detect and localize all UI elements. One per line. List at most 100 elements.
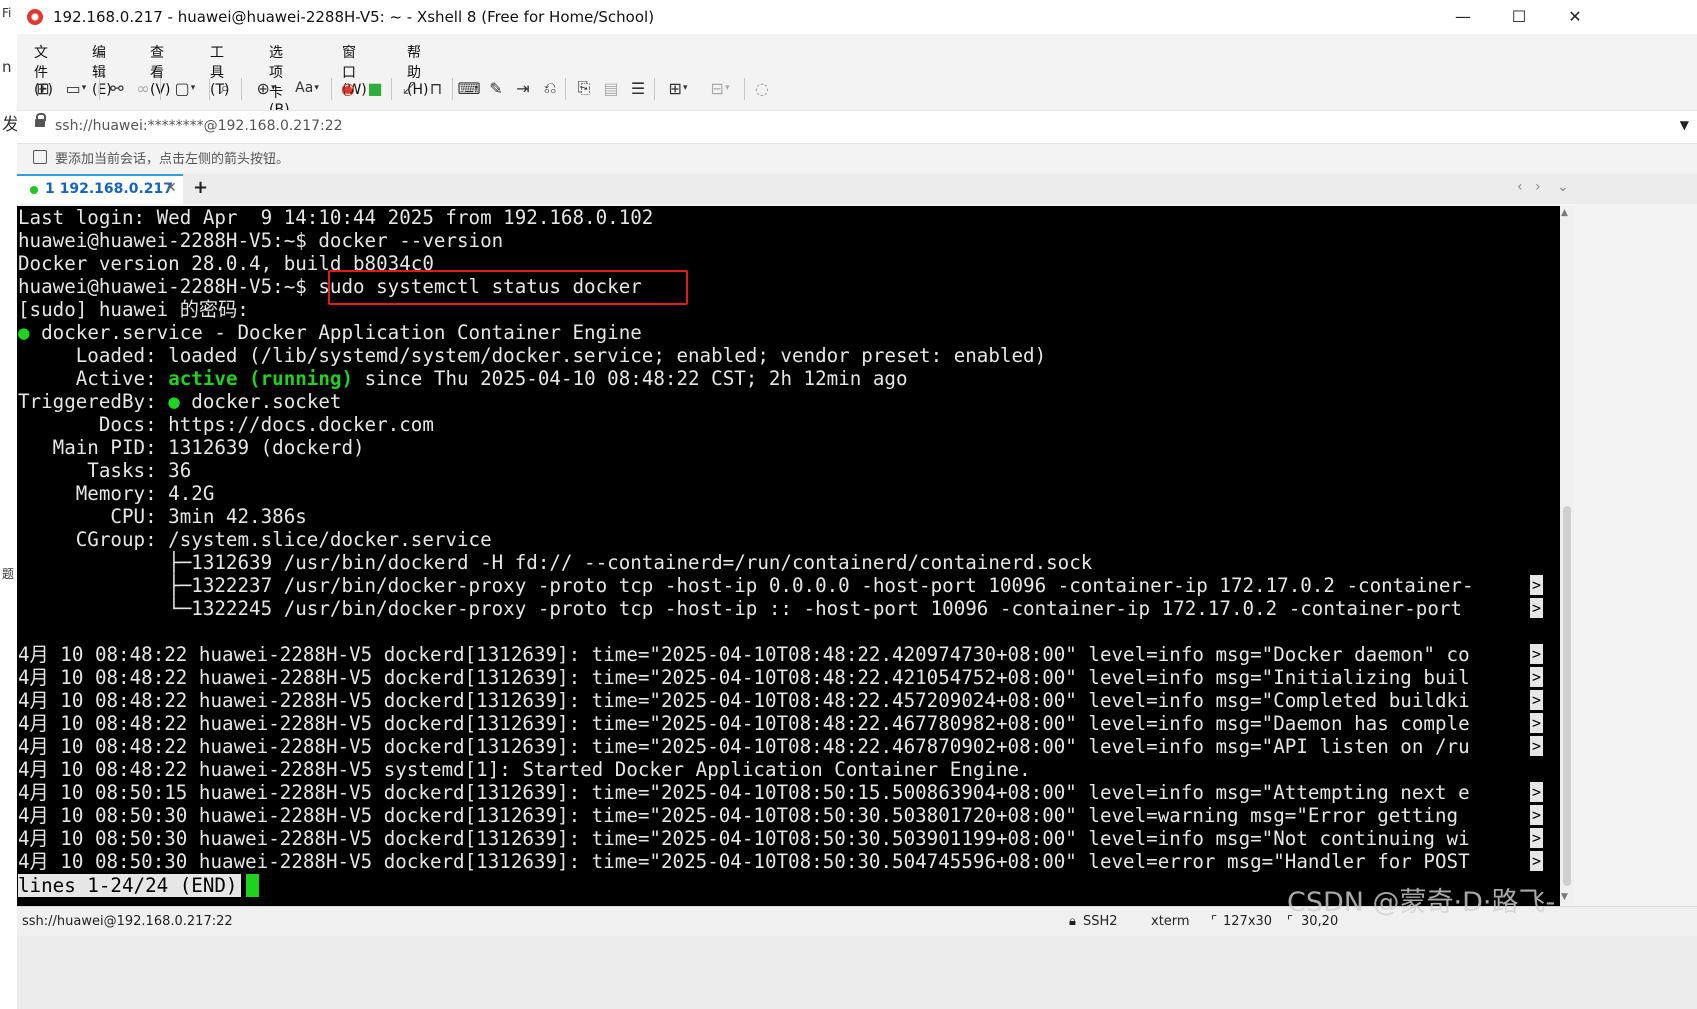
- tab-next-icon[interactable]: ›: [1535, 179, 1541, 195]
- background-window-strip: Fi n 发 题: [0, 0, 18, 1009]
- add-session-icon[interactable]: [33, 150, 47, 164]
- terminal-line: Loaded: loaded (/lib/systemd/system/dock…: [18, 344, 1047, 367]
- pager-status: lines 1-24/24 (END): [18, 874, 241, 897]
- new-tab-icon[interactable]: ⊞ ▾: [660, 76, 696, 100]
- disconnect-icon[interactable]: ⚯: [105, 76, 129, 100]
- open-folder-icon[interactable]: ▭ ▾: [59, 76, 93, 100]
- scroll-down-icon[interactable]: ▼: [1561, 892, 1568, 902]
- compose-bar-icon[interactable]: ▤: [599, 76, 623, 100]
- toolbar-separator: [331, 78, 332, 100]
- truncation-marker: >: [1530, 805, 1543, 825]
- address-bar[interactable]: ssh://huawei:********@192.168.0.217:22 ▼: [17, 110, 1697, 144]
- compose-icon[interactable]: ⎘: [572, 76, 596, 100]
- toolbar-separator: [99, 78, 100, 100]
- toolbar-separator: [209, 78, 210, 100]
- truncation-marker: >: [1530, 713, 1543, 733]
- xshell-logo-icon: [27, 9, 43, 25]
- terminal-screen[interactable]: Last login: Wed Apr 9 14:10:44 2025 from…: [17, 206, 1560, 906]
- terminal-line: Main PID: 1312639 (dockerd): [18, 436, 365, 459]
- terminal-line: huawei@huawei-2288H-V5:~$ docker --versi…: [18, 229, 504, 252]
- terminal-line: ├─1312639 /usr/bin/dockerd -H fd:// --co…: [18, 551, 1093, 574]
- globe-icon[interactable]: ⊕ ▾: [248, 76, 284, 100]
- active-label: Active:: [18, 367, 169, 390]
- truncation-marker: >: [1530, 575, 1543, 595]
- new-tab-button[interactable]: +: [193, 177, 208, 198]
- truncation-marker: >: [1530, 782, 1543, 802]
- hint-text: 要添加当前会话，点击左侧的箭头按钮。: [55, 152, 290, 167]
- terminal-line: └─1322245 /usr/bin/docker-proxy -proto t…: [18, 597, 1474, 620]
- toolbar-separator: [452, 78, 453, 100]
- keyboard-icon[interactable]: ⌨: [457, 76, 481, 100]
- truncation-marker: >: [1530, 644, 1543, 664]
- terminal-scrollbar[interactable]: ▲ ▼: [1560, 206, 1574, 906]
- terminal-line: CGroup: /system.slice/docker.service: [18, 528, 492, 551]
- find-icon[interactable]: ⌕: [213, 76, 237, 100]
- truncation-marker: >: [1530, 598, 1543, 618]
- reconnect-icon[interactable]: ∞: [131, 76, 155, 100]
- lock-icon: [35, 113, 46, 127]
- address-dropdown-icon[interactable]: ▼: [1680, 118, 1689, 132]
- bg-text: Fi: [2, 6, 12, 20]
- log-line: 4月 10 08:50:15 huawei-2288H-V5 dockerd[1…: [18, 781, 1470, 804]
- highlight-icon[interactable]: ✎: [484, 76, 508, 100]
- fullscreen-icon[interactable]: ⤢: [397, 76, 421, 100]
- toolbar: ⊞ ▭ ▾ ⚯ ∞ ▢ ▾ ⌕ ⊕ ▾ Aa ▾ ◉ ■ ⤢ ⊓ ⌨ ✎ ⇥ ⎌ ⎘ ▤…: [17, 72, 1697, 106]
- script-icon[interactable]: ⎌: [538, 76, 562, 100]
- send-icon[interactable]: ⇥: [511, 76, 535, 100]
- status-terminal-type: xterm: [1151, 914, 1190, 929]
- status-connection: ssh://huawei@192.168.0.217:22: [22, 914, 233, 929]
- new-session-icon[interactable]: ⊞: [31, 76, 55, 100]
- minimize-button[interactable]: —: [1435, 0, 1491, 34]
- chat-icon[interactable]: ◌: [750, 76, 774, 100]
- toolbar-separator: [391, 78, 392, 100]
- service-text: docker.service - Docker Application Cont…: [29, 321, 642, 344]
- connected-status-icon: [30, 186, 38, 194]
- service-status-dot: ●: [18, 321, 30, 344]
- log-line: 4月 10 08:48:22 huawei-2288H-V5 dockerd[1…: [18, 666, 1470, 689]
- toolbar-separator: [744, 78, 745, 100]
- status-protocol: SSH2: [1083, 914, 1118, 929]
- font-icon[interactable]: Aa ▾: [288, 76, 326, 100]
- new-window-icon[interactable]: ▢ ▾: [167, 76, 203, 100]
- close-button[interactable]: ✕: [1547, 0, 1603, 34]
- tab-prev-icon[interactable]: ‹: [1517, 179, 1523, 195]
- log-line: 4月 10 08:48:22 huawei-2288H-V5 dockerd[1…: [18, 689, 1470, 712]
- truncation-marker: >: [1530, 736, 1543, 756]
- layout-icon[interactable]: ⊟ ▾: [701, 76, 739, 100]
- xftp-icon[interactable]: ◉: [336, 76, 360, 100]
- tab-session-1[interactable]: 1 192.168.0.217 ✕: [17, 174, 183, 204]
- log-line: 4月 10 08:48:22 huawei-2288H-V5 dockerd[1…: [18, 643, 1470, 666]
- triggered-label: TriggeredBy:: [18, 390, 169, 413]
- active-rest: since Thu 2025-04-10 08:48:22 CST; 2h 12…: [353, 367, 908, 390]
- truncation-marker: >: [1530, 690, 1543, 710]
- terminal-line: Tasks: 36: [18, 459, 192, 482]
- taskbar-area: [17, 936, 1697, 1009]
- active-state: active (running): [168, 367, 354, 390]
- status-size-icon: ⌜: [1211, 914, 1218, 929]
- terminal-line: ├─1322237 /usr/bin/docker-proxy -proto t…: [18, 574, 1474, 597]
- tab-label: 1 192.168.0.217: [45, 181, 173, 197]
- maximize-button[interactable]: ☐: [1491, 0, 1547, 34]
- bg-text: 发: [2, 115, 18, 135]
- address-input[interactable]: ssh://huawei:********@192.168.0.217:22: [55, 118, 343, 134]
- log-line: 4月 10 08:50:30 huawei-2288H-V5 dockerd[1…: [18, 827, 1470, 850]
- title-bar[interactable]: 192.168.0.217 - huawei@huawei-2288H-V5: …: [17, 0, 1697, 34]
- status-size: 127x30: [1223, 914, 1273, 929]
- log-line: 4月 10 08:50:30 huawei-2288H-V5 dockerd[1…: [18, 850, 1470, 873]
- lock-icon[interactable]: ⊓: [424, 76, 448, 100]
- bg-text: 题: [2, 567, 15, 581]
- log-line: 4月 10 08:48:22 huawei-2288H-V5 dockerd[1…: [18, 735, 1470, 758]
- terminal-cursor: [246, 874, 259, 897]
- scroll-up-icon[interactable]: ▲: [1561, 208, 1568, 218]
- tab-menu-icon[interactable]: ⌄: [1557, 179, 1569, 195]
- scrollbar-thumb[interactable]: [1563, 506, 1571, 886]
- terminal-line: CPU: 3min 42.386s: [18, 505, 307, 528]
- xagent-icon[interactable]: ■: [363, 76, 387, 100]
- terminal-line: Memory: 4.2G: [18, 482, 215, 505]
- tab-close-icon[interactable]: ✕: [165, 180, 177, 196]
- terminal-line: Last login: Wed Apr 9 14:10:44 2025 from…: [18, 206, 654, 229]
- socket-status-dot: ●: [168, 390, 180, 413]
- window-title: 192.168.0.217 - huawei@huawei-2288H-V5: …: [53, 8, 655, 26]
- toolbar-separator: [241, 78, 242, 100]
- quick-commands-icon[interactable]: ☰: [626, 76, 650, 100]
